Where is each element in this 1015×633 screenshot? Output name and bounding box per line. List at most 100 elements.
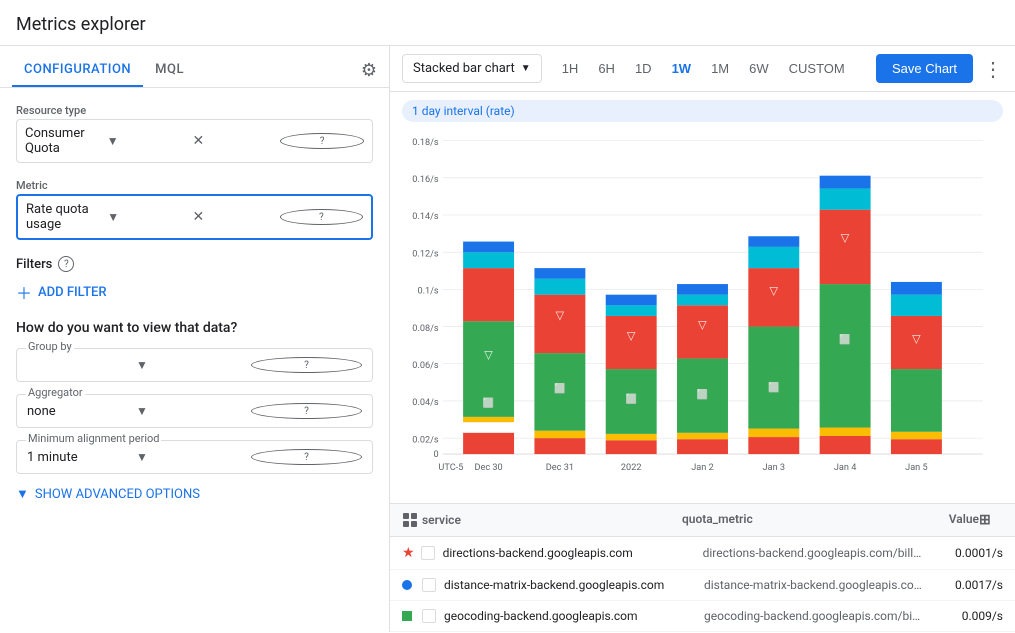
table-row: ★ directions-backend.googleapis.com dire… (390, 537, 1015, 570)
chart-area: 0.18/s 0.16/s 0.14/s 0.12/s 0.1/s 0.08/s… (390, 130, 1015, 503)
table-row: distance-matrix-backend.googleapis.com d… (390, 570, 1015, 601)
aggregator-select[interactable]: none ▼ ? (16, 394, 373, 428)
dot-icon (402, 580, 412, 590)
metric-help-icon[interactable]: ? (280, 209, 363, 225)
save-chart-button[interactable]: Save Chart (876, 54, 973, 83)
svg-text:0.08/s: 0.08/s (412, 323, 439, 334)
resource-type-value: Consumer Quota (25, 126, 107, 156)
svg-text:0.06/s: 0.06/s (412, 360, 439, 371)
svg-text:▽: ▽ (484, 347, 493, 361)
resource-type-label: Resource type (16, 104, 373, 117)
resource-type-arrow-icon: ▼ (107, 134, 189, 148)
row3-quota: geocoding-backend.googleapis.com/billab (704, 609, 923, 623)
group-by-label: Group by (26, 340, 74, 353)
svg-text:Jan 3: Jan 3 (763, 462, 786, 470)
svg-text:Dec 31: Dec 31 (546, 462, 574, 470)
right-panel: Stacked bar chart ▼ 1H 6H 1D 1W 1M 6W CU… (390, 46, 1015, 632)
gear-icon[interactable]: ⚙ (361, 60, 377, 81)
metric-select[interactable]: Rate quota usage ▼ ✕ ? (16, 194, 373, 240)
time-btn-1d[interactable]: 1D (627, 55, 660, 82)
time-btn-1m[interactable]: 1M (703, 55, 737, 82)
min-align-value: 1 minute (27, 450, 136, 465)
filters-help-icon[interactable]: ? (58, 256, 74, 272)
row3-checkbox[interactable] (422, 609, 436, 623)
tab-configuration[interactable]: CONFIGURATION (12, 54, 143, 87)
min-align-select[interactable]: 1 minute ▼ ? (16, 440, 373, 474)
chart-toolbar: Stacked bar chart ▼ 1H 6H 1D 1W 1M 6W CU… (390, 46, 1015, 92)
legend-header: service quota_metric Value ⊞ (390, 504, 1015, 537)
row2-service: distance-matrix-backend.googleapis.com (444, 578, 704, 592)
row2-quota: distance-matrix-backend.googleapis.com/b (704, 578, 923, 592)
time-btn-1h[interactable]: 1H (554, 55, 587, 82)
aggregator-help-icon[interactable]: ? (251, 403, 362, 419)
legend-col-grid-icon[interactable]: ⊞ (979, 512, 1003, 528)
legend-col-service: service (402, 512, 682, 528)
plus-icon: ＋ (16, 280, 32, 304)
svg-text:▽: ▽ (912, 331, 921, 345)
svg-text:⬜: ⬜ (483, 397, 495, 409)
resource-type-clear-icon[interactable]: ✕ (193, 133, 275, 149)
svg-text:Dec 30: Dec 30 (474, 462, 502, 470)
legend-col-quota: quota_metric (682, 512, 899, 528)
metric-arrow-icon: ▼ (107, 210, 188, 224)
resource-type-help-icon[interactable]: ? (280, 133, 364, 149)
group-by-help-icon[interactable]: ? (251, 357, 362, 373)
metric-clear-icon[interactable]: ✕ (193, 209, 274, 225)
svg-text:UTC-5: UTC-5 (438, 462, 463, 470)
resource-type-select[interactable]: Consumer Quota ▼ ✕ ? (16, 119, 373, 163)
filters-label: Filters (16, 257, 52, 272)
more-options-icon[interactable]: ⋮ (983, 57, 1003, 81)
svg-text:⬜: ⬜ (554, 382, 566, 394)
svg-text:0.18/s: 0.18/s (412, 137, 439, 148)
svg-text:2022: 2022 (621, 462, 642, 470)
show-advanced-button[interactable]: ▼ SHOW ADVANCED OPTIONS (16, 486, 373, 502)
min-align-help-icon[interactable]: ? (251, 449, 362, 465)
svg-text:0.02/s: 0.02/s (412, 434, 439, 445)
legend-table: service quota_metric Value ⊞ ★ direction… (390, 503, 1015, 632)
row2-checkbox[interactable] (422, 578, 436, 592)
svg-text:⬜: ⬜ (768, 381, 780, 393)
svg-text:Jan 5: Jan 5 (905, 462, 928, 470)
app-header: Metrics explorer (0, 0, 1015, 46)
aggregator-value: none (27, 404, 136, 419)
add-filter-button[interactable]: ＋ ADD FILTER (16, 280, 373, 304)
legend-col-value: Value (899, 512, 979, 528)
tab-mql[interactable]: MQL (143, 54, 196, 87)
left-content: Resource type Consumer Quota ▼ ✕ ? Metri… (0, 88, 389, 518)
time-btn-1w[interactable]: 1W (664, 55, 700, 82)
table-icon (402, 512, 418, 528)
metric-group: Metric Rate quota usage ▼ ✕ ? (16, 179, 373, 240)
chart-type-label: Stacked bar chart (413, 61, 515, 76)
group-by-arrow-icon: ▼ (136, 358, 245, 372)
filters-row: Filters ? (16, 256, 373, 272)
min-align-wrapper: Minimum alignment period 1 minute ▼ ? (16, 440, 373, 474)
left-panel: CONFIGURATION MQL ⚙ Resource type Consum… (0, 46, 390, 632)
table-row: geocoding-backend.googleapis.com geocodi… (390, 601, 1015, 632)
aggregator-wrapper: Aggregator none ▼ ? (16, 394, 373, 428)
svg-text:0.16/s: 0.16/s (412, 174, 439, 185)
svg-text:▽: ▽ (698, 317, 707, 331)
min-align-label: Minimum alignment period (26, 432, 161, 445)
svg-text:▽: ▽ (770, 283, 779, 297)
star-icon: ★ (402, 545, 415, 561)
min-align-arrow-icon: ▼ (136, 450, 245, 464)
row2-value: 0.0017/s (923, 578, 1003, 592)
time-btn-6h[interactable]: 6H (590, 55, 623, 82)
svg-text:▽: ▽ (627, 328, 636, 342)
metric-label: Metric (16, 179, 373, 192)
chevron-down-icon: ▼ (16, 486, 29, 502)
row1-service: directions-backend.googleapis.com (443, 546, 703, 560)
svg-text:0: 0 (434, 449, 439, 460)
svg-text:Jan 4: Jan 4 (834, 462, 857, 470)
time-btn-custom[interactable]: CUSTOM (781, 55, 853, 82)
row1-checkbox[interactable] (421, 546, 435, 560)
group-section-title: How do you want to view that data? (16, 320, 373, 336)
svg-text:0.12/s: 0.12/s (412, 248, 439, 259)
svg-text:0.14/s: 0.14/s (412, 211, 439, 222)
time-btn-6w[interactable]: 6W (741, 55, 777, 82)
tabs-row: CONFIGURATION MQL ⚙ (0, 46, 389, 88)
chart-type-select[interactable]: Stacked bar chart ▼ (402, 54, 542, 83)
row3-service: geocoding-backend.googleapis.com (444, 609, 704, 623)
grid-layout-icon[interactable]: ⊞ (979, 512, 991, 528)
group-by-select[interactable]: ▼ ? (16, 348, 373, 382)
